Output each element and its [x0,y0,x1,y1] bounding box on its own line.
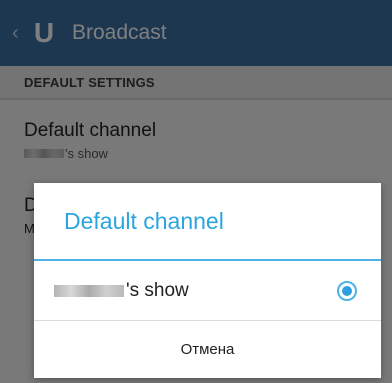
redacted-name [54,284,124,297]
dialog-option[interactable]: 's show [34,261,381,321]
option-label-suffix: 's show [126,279,189,301]
cancel-button[interactable]: Отмена [34,321,381,377]
radio-button[interactable] [337,280,357,301]
option-label: 's show [54,280,337,302]
dialog-title: Default channel [34,183,381,261]
radio-selected-dot [342,285,352,296]
default-channel-dialog: Default channel 's show Отмена [34,183,381,378]
